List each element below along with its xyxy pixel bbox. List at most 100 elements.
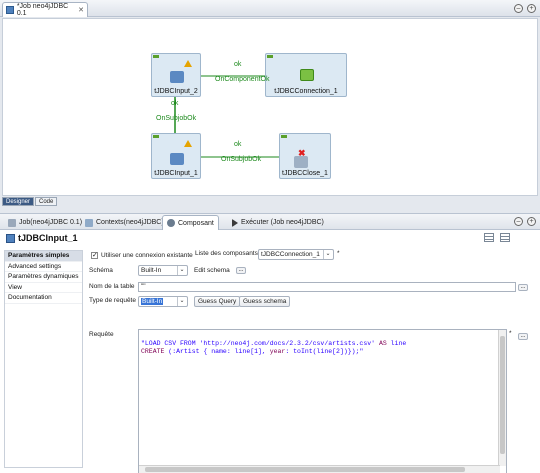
- tab-job-title: *Job neo4jJDBC 0.1: [16, 3, 69, 17]
- tab-label: Contexts(neo4jJDBC): [96, 219, 164, 226]
- settings-content: ✓ Utiliser une connexion existante Liste…: [86, 249, 536, 473]
- minimize-icon[interactable]: –: [514, 217, 523, 226]
- contexts-icon: [85, 218, 93, 227]
- link-label-ok-vertical[interactable]: ok: [171, 100, 178, 107]
- component-icon: [6, 233, 15, 243]
- close-icon[interactable]: ✕: [78, 6, 84, 14]
- query-editor-button[interactable]: ...: [518, 333, 528, 340]
- link-label-ok-bottom[interactable]: ok: [234, 141, 241, 148]
- settings-sidebar: Paramètres simples Advanced settings Par…: [4, 250, 83, 468]
- query-line1-keyword: AS: [378, 340, 387, 347]
- component-tjdbcinput-2[interactable]: tJDBCInput_2: [151, 53, 201, 97]
- gear-icon: [167, 219, 175, 227]
- design-canvas[interactable]: tJDBCInput_2 tJDBCConnection_1 tJDBCInpu…: [2, 18, 538, 196]
- query-line2-keyword: CREATE: [141, 348, 165, 355]
- schema-select[interactable]: Built-In ⌄: [138, 265, 188, 276]
- warning-icon: [184, 140, 192, 147]
- query-code[interactable]: "LOAD CSV FROM 'http://neo4j.com/docs/2.…: [141, 332, 406, 356]
- sidebar-item-advanced-settings[interactable]: Advanced settings: [5, 262, 82, 272]
- component-label: tJDBCInput_1: [154, 170, 198, 177]
- input-db-icon: [170, 153, 184, 165]
- play-icon: [232, 218, 238, 227]
- tab-composant[interactable]: Composant: [162, 215, 219, 230]
- query-line2-keyword2: year: [269, 348, 286, 355]
- required-asterisk: *: [337, 250, 340, 257]
- component-status-bar: [153, 135, 159, 138]
- link-label-ok[interactable]: ok: [234, 61, 241, 68]
- maximize-icon[interactable]: +: [527, 217, 536, 226]
- component-title: tJDBCInput_1: [6, 233, 78, 243]
- guess-schema-button[interactable]: Guess schema: [239, 296, 291, 307]
- job-icon: [8, 218, 16, 227]
- job-icon: [6, 6, 14, 14]
- table-name-button[interactable]: ...: [518, 284, 528, 291]
- tab-label: Job(neo4jJDBC 0.1): [19, 219, 83, 226]
- chevron-down-icon: ⌄: [177, 297, 186, 306]
- components-list-label: Liste des composants: [195, 250, 258, 257]
- component-title-text: tJDBCInput_1: [18, 233, 78, 243]
- table-name-label: Nom de la table: [89, 283, 135, 290]
- horizontal-scroll-thumb[interactable]: [145, 467, 465, 472]
- component-label: tJDBCConnection_1: [274, 88, 338, 95]
- component-label: tJDBCInput_2: [154, 88, 198, 95]
- component-status-bar: [281, 135, 287, 138]
- sidebar-item-parametres-dynamiques[interactable]: Paramètres dynamiques: [5, 272, 82, 283]
- query-type-label: Type de requête: [89, 297, 136, 304]
- component-label: tJDBCClose_1: [282, 170, 328, 177]
- tab-job[interactable]: Job(neo4jJDBC 0.1): [4, 215, 86, 230]
- link-label-oncomponentok[interactable]: OnComponentOk: [215, 76, 269, 83]
- component-status-bar: [153, 55, 159, 58]
- edit-schema-label: Edit schema: [194, 267, 230, 274]
- sidebar-item-view[interactable]: View: [5, 283, 82, 293]
- query-type-select[interactable]: Built-In ⌄: [138, 296, 188, 307]
- use-existing-connection-label: Utiliser une connexion existante: [101, 252, 193, 259]
- components-list-value: tJDBCConnection_1: [261, 251, 320, 258]
- link-label-onsubjobok[interactable]: OnSubjobOk: [221, 156, 261, 163]
- query-line1-end: line: [386, 340, 407, 347]
- sidebar-item-parametres-simples[interactable]: Paramètres simples: [5, 251, 82, 262]
- component-tjdbcinput-1[interactable]: tJDBCInput_1: [151, 133, 201, 179]
- schema-value: Built-In: [141, 267, 162, 274]
- table-name-input[interactable]: "": [138, 282, 516, 292]
- tab-job-editor[interactable]: *Job neo4jJDBC 0.1 ✕: [2, 2, 88, 17]
- input-db-icon: [170, 71, 184, 83]
- tab-executer[interactable]: Exécuter (Job neo4jJDBC): [228, 215, 328, 230]
- table-view-icon[interactable]: [484, 233, 494, 242]
- query-line2-string: (:Artist { name: line[1],: [164, 348, 270, 355]
- horizontal-scrollbar[interactable]: [139, 465, 500, 473]
- close-db-icon: [294, 156, 308, 168]
- component-tjdbcclose-1[interactable]: ✖ tJDBCClose_1: [279, 133, 331, 179]
- query-line1-string: "LOAD CSV FROM 'http://neo4j.com/docs/2.…: [141, 340, 379, 347]
- component-tjdbcconnection-1[interactable]: tJDBCConnection_1: [265, 53, 347, 97]
- link-label-onsubjobok-vertical[interactable]: OnSubjobOk: [156, 115, 196, 122]
- query-editor[interactable]: "LOAD CSV FROM 'http://neo4j.com/docs/2.…: [138, 329, 507, 473]
- query-line2-end: : toInt(line[2])});": [285, 348, 364, 355]
- chevron-down-icon: ⌄: [177, 266, 186, 275]
- edit-schema-button[interactable]: ...: [236, 267, 246, 274]
- list-view-icon[interactable]: [500, 233, 510, 242]
- connection-db-icon: [300, 69, 314, 81]
- warning-icon: [184, 60, 192, 67]
- connection-lines: [174, 75, 293, 158]
- tab-code[interactable]: Code: [35, 197, 58, 206]
- editor-tab-bar: *Job neo4jJDBC 0.1 ✕ – +: [0, 0, 540, 17]
- query-type-value: Built-In: [141, 298, 164, 305]
- query-required-asterisk: *: [509, 330, 512, 337]
- sidebar-item-documentation[interactable]: Documentation: [5, 293, 82, 304]
- minimize-icon[interactable]: –: [514, 4, 523, 13]
- tab-contexts[interactable]: Contexts(neo4jJDBC): [81, 215, 168, 230]
- panel-tab-bar: Job(neo4jJDBC 0.1) Contexts(neo4jJDBC) C…: [0, 213, 540, 230]
- maximize-icon[interactable]: +: [527, 4, 536, 13]
- tab-label: Exécuter (Job neo4jJDBC): [241, 219, 324, 226]
- component-status-bar: [267, 55, 273, 58]
- tab-designer[interactable]: Designer: [2, 197, 35, 206]
- use-existing-connection-checkbox[interactable]: ✓: [91, 252, 98, 259]
- component-panel: tJDBCInput_1 Paramètres simples Advanced…: [0, 230, 540, 473]
- schema-label: Schéma: [89, 267, 113, 274]
- tab-label: Composant: [178, 219, 214, 227]
- vertical-scrollbar[interactable]: [498, 330, 506, 466]
- vertical-scroll-thumb[interactable]: [500, 336, 505, 454]
- query-label: Requête: [89, 331, 114, 338]
- components-list-select[interactable]: tJDBCConnection_1 ⌄: [258, 249, 334, 260]
- guess-query-button[interactable]: Guess Query: [194, 296, 241, 307]
